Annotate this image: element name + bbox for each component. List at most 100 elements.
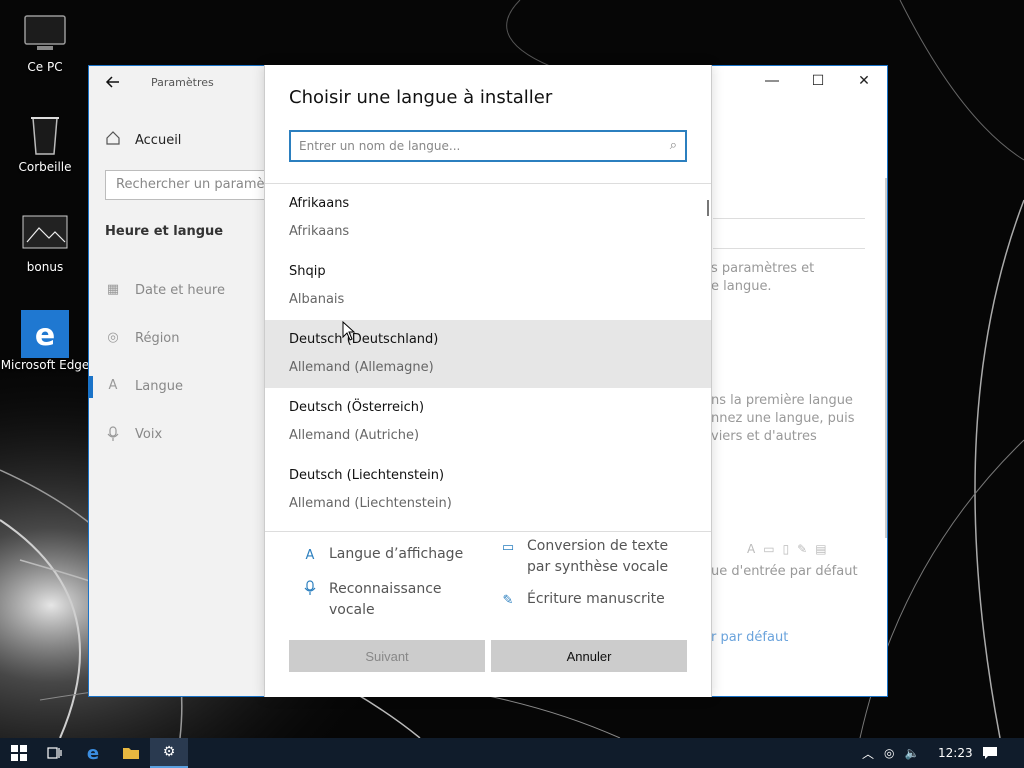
settings-search-input[interactable]: Rechercher un paramètre xyxy=(105,170,275,200)
list-scrollbar-thumb[interactable] xyxy=(707,200,709,216)
window-controls: ― ☐ ✕ xyxy=(749,66,887,96)
taskbar: e ⚙ ︿ ◎ 🔈 12:23 xyxy=(0,738,1024,768)
language-french-name: Allemand (Allemagne) xyxy=(289,360,434,375)
settings-sidebar: Paramètres Accueil Rechercher un paramèt… xyxy=(89,66,275,696)
sidebar-item-label: Date et heure xyxy=(135,282,225,298)
minimize-button[interactable]: ― xyxy=(749,66,795,96)
windows-logo-icon xyxy=(11,745,27,761)
sidebar-item-date-time[interactable]: ▦ Date et heure xyxy=(105,282,225,298)
language-french-name: Afrikaans xyxy=(289,224,350,239)
display-language-icon: A xyxy=(747,542,756,556)
dialog-title: Choisir une langue à installer xyxy=(289,87,553,108)
desktop-icon-microsoft-edge[interactable]: e Microsoft Edge xyxy=(0,310,90,372)
microphone-icon: ▯ xyxy=(782,542,790,556)
edge-icon: e xyxy=(21,310,69,358)
active-indicator xyxy=(89,376,93,398)
folder-image-icon xyxy=(21,212,69,256)
volume-muted-icon[interactable]: 🔈 xyxy=(905,746,920,760)
language-search-input[interactable] xyxy=(291,132,651,160)
window-title: Paramètres xyxy=(151,76,214,89)
taskbar-explorer-button[interactable] xyxy=(112,738,150,768)
list-item[interactable]: Deutsch (Österreich) Allemand (Autriche) xyxy=(265,388,711,456)
notifications-icon[interactable] xyxy=(982,738,998,768)
language-list: Afrikaans Afrikaans Shqip Albanais Deuts… xyxy=(265,183,711,531)
handwriting-icon: ✎ xyxy=(502,593,514,608)
cancel-button[interactable]: Annuler xyxy=(491,640,687,672)
display-language-icon: A xyxy=(305,548,315,563)
start-button[interactable] xyxy=(0,738,38,768)
sidebar-item-region[interactable]: ◎ Région xyxy=(105,330,180,346)
sidebar-item-voice[interactable]: Voix xyxy=(105,426,162,442)
desktop-icon-ce-pc[interactable]: Ce PC xyxy=(0,12,90,74)
task-view-button[interactable] xyxy=(36,738,74,768)
handwriting-icon: ✎ xyxy=(797,542,808,556)
sidebar-item-label: Accueil xyxy=(135,132,182,148)
sidebar-item-label: Langue xyxy=(135,378,183,394)
desktop-icon-corbeille[interactable]: Corbeille xyxy=(0,112,90,174)
background-text: s paramètres et e langue. xyxy=(711,261,815,294)
language-native-name: Deutsch (Österreich) xyxy=(289,400,425,415)
sidebar-item-label: Voix xyxy=(135,426,163,442)
clock[interactable]: 12:23 xyxy=(938,738,973,768)
desktop-icon-bonus[interactable]: bonus xyxy=(0,212,90,274)
microphone-icon xyxy=(105,426,121,442)
language-french-name: Allemand (Liechtenstein) xyxy=(289,496,452,511)
feature-display-language: A Langue d’affichage xyxy=(301,544,464,566)
language-french-name: Allemand (Autriche) xyxy=(289,428,420,443)
background-link[interactable]: r par défaut xyxy=(711,630,788,645)
home-icon xyxy=(105,130,121,150)
background-text: ns la première langue nnez une langue, p… xyxy=(711,393,855,444)
feature-text-to-speech: ▭ Conversion de texte par synthèse vocal… xyxy=(499,536,668,578)
svg-text:e: e xyxy=(35,318,55,353)
next-button[interactable]: Suivant xyxy=(289,640,485,672)
task-view-icon xyxy=(47,747,62,759)
language-feature-icons: A ▭ ▯ ✎ ▤ xyxy=(747,542,827,556)
sidebar-item-home[interactable]: Accueil xyxy=(105,130,181,150)
list-item[interactable]: Shqip Albanais xyxy=(265,252,711,320)
language-french-name: Albanais xyxy=(289,292,345,307)
back-arrow-icon[interactable] xyxy=(103,72,123,92)
desktop-icon-label: Ce PC xyxy=(27,60,63,74)
microphone-icon xyxy=(301,580,319,621)
list-item[interactable]: Deutsch (Deutschland) Allemand (Allemagn… xyxy=(265,320,711,388)
search-icon[interactable]: ⌕ xyxy=(670,138,677,153)
maximize-button[interactable]: ☐ xyxy=(795,66,841,96)
list-item[interactable]: Deutsch (Liechtenstein) Allemand (Liecht… xyxy=(265,456,711,524)
keyboard-icon: ▤ xyxy=(815,542,827,556)
language-native-name: Deutsch (Deutschland) xyxy=(289,332,439,347)
sidebar-item-label: Région xyxy=(135,330,180,346)
language-native-name: Deutsch (Liechtenstein) xyxy=(289,468,445,483)
calendar-icon: ▦ xyxy=(106,282,120,297)
speech-icon: ▭ xyxy=(763,542,775,556)
language-features: A Langue d’affichage ▭ Conversion de tex… xyxy=(265,531,711,697)
close-button[interactable]: ✕ xyxy=(841,66,887,96)
language-icon: A xyxy=(108,378,118,393)
desktop-icon-label: bonus xyxy=(26,260,64,274)
background-text: ue d'entrée par défaut xyxy=(711,564,858,579)
chevron-up-icon[interactable]: ︿ xyxy=(862,745,874,762)
speech-bubble-icon: ▭ xyxy=(501,540,515,555)
choose-language-dialog: Choisir une langue à installer ⌕ Afrikaa… xyxy=(264,65,712,697)
feature-handwriting: ✎ Écriture manuscrite xyxy=(499,589,665,611)
taskbar-edge-button[interactable]: e xyxy=(74,738,112,768)
language-search-box[interactable]: ⌕ xyxy=(289,130,687,162)
desktop-icon-label: Microsoft Edge xyxy=(0,358,90,372)
list-item[interactable]: Afrikaans Afrikaans xyxy=(265,184,711,252)
system-tray: ︿ ◎ 🔈 xyxy=(862,738,919,768)
gear-icon: ⚙ xyxy=(162,744,176,760)
divider xyxy=(713,248,865,249)
taskbar-settings-button[interactable]: ⚙ xyxy=(150,738,188,768)
language-native-name: Shqip xyxy=(289,264,326,279)
mouse-cursor-icon xyxy=(342,321,356,341)
computer-icon xyxy=(21,12,69,56)
edge-icon: e xyxy=(86,742,100,764)
recycle-bin-icon xyxy=(21,112,69,156)
window-scrollbar[interactable] xyxy=(885,178,887,538)
sidebar-section-title: Heure et langue xyxy=(105,224,224,239)
divider xyxy=(713,218,865,219)
desktop-icon-label: Corbeille xyxy=(18,160,72,174)
folder-icon xyxy=(123,748,139,759)
sidebar-item-language[interactable]: A Langue xyxy=(105,378,183,394)
language-native-name: Afrikaans xyxy=(289,196,350,211)
network-globe-icon[interactable]: ◎ xyxy=(884,746,894,760)
